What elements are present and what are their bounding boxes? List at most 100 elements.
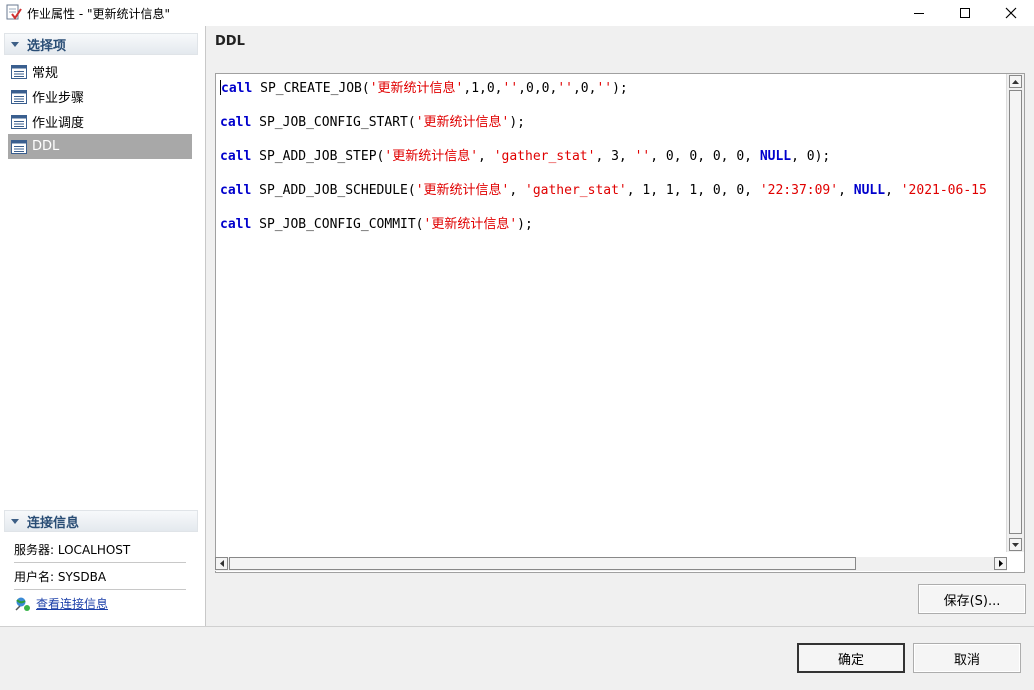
code-string: '' — [557, 81, 573, 96]
list-icon — [11, 114, 27, 129]
code-line: call SP_CREATE_JOB('更新统计信息',1,0,'',0,0,'… — [220, 77, 628, 96]
code-text: , — [509, 183, 525, 198]
code-string: 'gather_stat' — [525, 183, 627, 198]
code-procedure: SP_ADD_JOB_SCHEDULE( — [251, 183, 416, 198]
user-row: 用户名: SYSDBA — [14, 563, 186, 590]
vertical-scroll-thumb[interactable] — [1009, 90, 1022, 534]
code-procedure: SP_JOB_CONFIG_START( — [251, 115, 416, 130]
arrow-right-icon — [998, 560, 1003, 567]
code-text: , — [478, 149, 494, 164]
server-row: 服务器: LOCALHOST — [14, 536, 186, 563]
code-string: '更新统计信息' — [415, 115, 510, 130]
code-text: , 3, — [595, 149, 635, 164]
view-connection-row: 查看连接信息 — [14, 590, 186, 617]
title-bar: 作业属性 - "更新统计信息" — [0, 0, 1034, 26]
scroll-left-button[interactable] — [215, 557, 228, 570]
ddl-editor-frame: call SP_CREATE_JOB('更新统计信息',1,0,'',0,0,'… — [215, 73, 1025, 573]
nav-item-label: 作业步骤 — [32, 91, 85, 106]
code-string: 'gather_stat' — [493, 149, 596, 164]
code-line: call SP_ADD_JOB_SCHEDULE('更新统计信息', 'gath… — [220, 179, 987, 198]
options-section-header[interactable]: 选择项 — [4, 33, 198, 55]
horizontal-scroll-thumb[interactable] — [229, 557, 856, 570]
window-title: 作业属性 - "更新统计信息" — [27, 7, 170, 21]
code-line: call SP_JOB_CONFIG_COMMIT('更新统计信息'); — [220, 213, 533, 232]
arrow-up-icon — [1012, 79, 1019, 84]
ok-button[interactable]: 确定 — [797, 643, 905, 673]
code-text: , 0, 0, 0, 0, — [650, 149, 760, 164]
code-keyword: NULL — [853, 183, 886, 198]
horizontal-scrollbar[interactable] — [215, 557, 1007, 571]
code-text: ,0, — [572, 81, 597, 96]
dialog-footer: 确定 取消 — [0, 626, 1034, 690]
code-string: '更新统计信息' — [415, 183, 510, 198]
code-string: '' — [596, 81, 613, 96]
nav-item-general[interactable]: 常规 — [8, 59, 192, 84]
nav-item-job-steps[interactable]: 作业步骤 — [8, 84, 192, 109]
code-procedure: SP_ADD_JOB_STEP( — [251, 149, 385, 164]
arrow-left-icon — [219, 560, 224, 567]
code-keyword: call — [220, 183, 252, 198]
code-keyword: call — [220, 149, 252, 164]
options-header-label: 选择项 — [27, 38, 67, 54]
maximize-button[interactable] — [942, 0, 988, 26]
code-text: ,0,0, — [518, 81, 558, 96]
code-keyword: call — [220, 115, 252, 130]
scroll-right-button[interactable] — [994, 557, 1007, 570]
cancel-button[interactable]: 取消 — [913, 643, 1021, 673]
code-procedure: SP_CREATE_JOB( — [252, 81, 370, 96]
connection-icon — [15, 597, 30, 611]
minimize-icon — [914, 13, 924, 14]
code-text: , 0); — [791, 149, 831, 164]
left-panel: 选择项 常规 作业步骤 作业调度 DDL 连接信息 服务器: LOCALHOST… — [0, 26, 206, 626]
connection-section-header[interactable]: 连接信息 — [4, 510, 198, 532]
scroll-up-button[interactable] — [1009, 75, 1022, 88]
code-keyword: call — [221, 81, 253, 96]
list-icon — [11, 64, 27, 79]
code-keyword: NULL — [759, 149, 792, 164]
code-string: '2021-06-15 — [900, 183, 987, 198]
vertical-scrollbar[interactable] — [1006, 74, 1024, 552]
arrow-down-icon — [1012, 542, 1019, 547]
code-line: call SP_JOB_CONFIG_START('更新统计信息'); — [220, 111, 525, 130]
collapse-triangle-icon — [11, 518, 19, 524]
code-string: '' — [634, 149, 651, 164]
code-string: '更新统计信息' — [384, 149, 479, 164]
panel-title: DDL — [215, 34, 245, 49]
code-text: ); — [517, 217, 533, 232]
connection-info: 服务器: LOCALHOST 用户名: SYSDBA 查看连接信息 — [14, 536, 186, 617]
list-icon — [11, 89, 27, 104]
code-text: ); — [612, 81, 628, 96]
code-string: '' — [502, 81, 519, 96]
code-text: ); — [509, 115, 525, 130]
code-text: ,1,0, — [463, 81, 503, 96]
nav-item-label: 常规 — [32, 66, 59, 81]
close-icon — [1005, 7, 1017, 19]
save-button[interactable]: 保存(S)... — [918, 584, 1026, 614]
dialog-body: 选择项 常规 作业步骤 作业调度 DDL 连接信息 服务器: LOCALHOST… — [0, 26, 1034, 626]
list-icon — [11, 139, 27, 154]
nav-item-job-schedule[interactable]: 作业调度 — [8, 109, 192, 134]
nav-item-label: DDL — [32, 139, 60, 154]
code-string: '22:37:09' — [759, 183, 839, 198]
nav-item-ddl[interactable]: DDL — [8, 134, 192, 159]
code-string: '更新统计信息' — [423, 217, 518, 232]
nav-item-label: 作业调度 — [32, 116, 85, 131]
job-properties-icon — [6, 4, 22, 20]
code-text: , — [838, 183, 854, 198]
connection-header-label: 连接信息 — [27, 515, 80, 531]
code-procedure: SP_JOB_CONFIG_COMMIT( — [251, 217, 424, 232]
right-panel: DDL call SP_CREATE_JOB('更新统计信息',1,0,'',0… — [207, 26, 1034, 626]
close-button[interactable] — [988, 0, 1034, 26]
ddl-editor[interactable]: call SP_CREATE_JOB('更新统计信息',1,0,'',0,0,'… — [216, 74, 1006, 552]
maximize-icon — [960, 8, 970, 18]
code-line: call SP_ADD_JOB_STEP('更新统计信息', 'gather_s… — [220, 145, 830, 164]
view-connection-link[interactable]: 查看连接信息 — [14, 595, 108, 612]
user-label: 用户名: SYSDBA — [14, 569, 107, 584]
minimize-button[interactable] — [896, 0, 942, 26]
scroll-down-button[interactable] — [1009, 538, 1022, 551]
view-connection-label: 查看连接信息 — [36, 597, 109, 611]
options-nav-list: 常规 作业步骤 作业调度 DDL — [8, 59, 192, 159]
code-text: , — [885, 183, 901, 198]
collapse-triangle-icon — [11, 41, 19, 47]
server-label: 服务器: LOCALHOST — [14, 542, 131, 557]
